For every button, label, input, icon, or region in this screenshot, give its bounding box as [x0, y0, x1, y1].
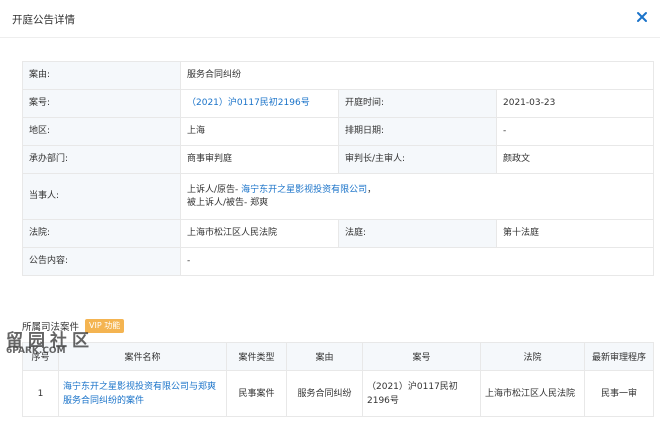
judge-label: 审判长/主审人:	[338, 145, 497, 174]
parties-value: 上诉人/原告- 海宁东开之星影视投资有限公司， 被上诉人/被告- 郑爽	[179, 173, 655, 220]
hearing-time-label: 开庭时间:	[338, 89, 497, 118]
table-header-row: 序号 案件名称 案件类型 案由 案号 法院 最新审理程序	[22, 342, 654, 371]
column-header-type: 案件类型	[226, 342, 287, 371]
info-row-region: 地区: 上海 排期日期: -	[22, 117, 655, 146]
info-row-case-no: 案号: （2021）沪0117民初2196号 开庭时间: 2021-03-23	[22, 89, 655, 118]
info-row-cause: 案由: 服务合同纠纷	[22, 61, 655, 90]
case-name-link[interactable]: 海宁东开之星影视投资有限公司与郑爽服务合同纠纷的案件	[58, 370, 227, 417]
appellant-prefix: 上诉人/原告-	[187, 184, 242, 195]
region-label: 地区:	[22, 117, 181, 146]
watermark-sub: 6PARK.COM	[6, 346, 66, 356]
cause-value: 服务合同纠纷	[179, 61, 655, 90]
cause-label: 案由:	[22, 61, 181, 90]
close-icon[interactable]	[634, 9, 650, 25]
column-header-court: 法院	[480, 342, 585, 371]
court-value: 上海市松江区人民法院	[180, 219, 339, 248]
courtroom-label: 法庭:	[338, 219, 497, 248]
case-court: 上海市松江区人民法院	[480, 370, 585, 417]
case-no-link[interactable]: （2021）沪0117民初2196号	[180, 89, 339, 118]
content-label: 公告内容:	[22, 247, 181, 276]
region-value: 上海	[180, 117, 339, 146]
column-header-case-no: 案号	[362, 342, 481, 371]
parties-label: 当事人:	[22, 173, 181, 220]
row-index: 1	[22, 370, 59, 417]
info-row-court: 法院: 上海市松江区人民法院 法庭: 第十法庭	[22, 219, 655, 248]
case-number: （2021）沪0117民初2196号	[362, 370, 481, 417]
hearing-info-table: 案由: 服务合同纠纷 案号: （2021）沪0117民初2196号 开庭时间: …	[22, 61, 655, 276]
judge-value: 颜政文	[495, 145, 655, 174]
dialog-header: 开庭公告详情	[0, 0, 660, 38]
appellee-name: 郑爽	[250, 197, 269, 208]
case-procedure: 民事一审	[584, 370, 654, 417]
info-row-content: 公告内容: -	[22, 247, 655, 276]
appellee-prefix: 被上诉人/被告-	[187, 197, 251, 208]
dept-label: 承办部门:	[22, 145, 181, 174]
table-row: 1 海宁东开之星影视投资有限公司与郑爽服务合同纠纷的案件 民事案件 服务合同纠纷…	[22, 370, 654, 417]
dept-value: 商事审判庭	[180, 145, 339, 174]
info-row-parties: 当事人: 上诉人/原告- 海宁东开之星影视投资有限公司， 被上诉人/被告- 郑爽	[22, 173, 655, 220]
schedule-value: -	[495, 117, 655, 146]
case-type: 民事案件	[226, 370, 287, 417]
content-value: -	[179, 247, 655, 276]
info-row-dept: 承办部门: 商事审判庭 审判长/主审人: 颜政文	[22, 145, 655, 174]
schedule-label: 排期日期:	[338, 117, 497, 146]
case-no-label: 案号:	[22, 89, 181, 118]
related-cases-table: 序号 案件名称 案件类型 案由 案号 法院 最新审理程序 1 海宁东开之星影视投…	[22, 342, 654, 417]
court-label: 法院:	[22, 219, 181, 248]
column-header-cause: 案由	[286, 342, 363, 371]
appellant-link[interactable]: 海宁东开之星影视投资有限公司	[241, 185, 367, 195]
hearing-time-value: 2021-03-23	[495, 89, 655, 118]
appellant-suffix: ，	[367, 184, 377, 195]
column-header-procedure: 最新审理程序	[584, 342, 654, 371]
appellee-line: 被上诉人/被告- 郑爽	[187, 197, 647, 210]
dialog-title: 开庭公告详情	[12, 14, 75, 26]
case-cause: 服务合同纠纷	[286, 370, 363, 417]
courtroom-value: 第十法庭	[495, 219, 655, 248]
appellant-line: 上诉人/原告- 海宁东开之星影视投资有限公司，	[187, 184, 647, 197]
